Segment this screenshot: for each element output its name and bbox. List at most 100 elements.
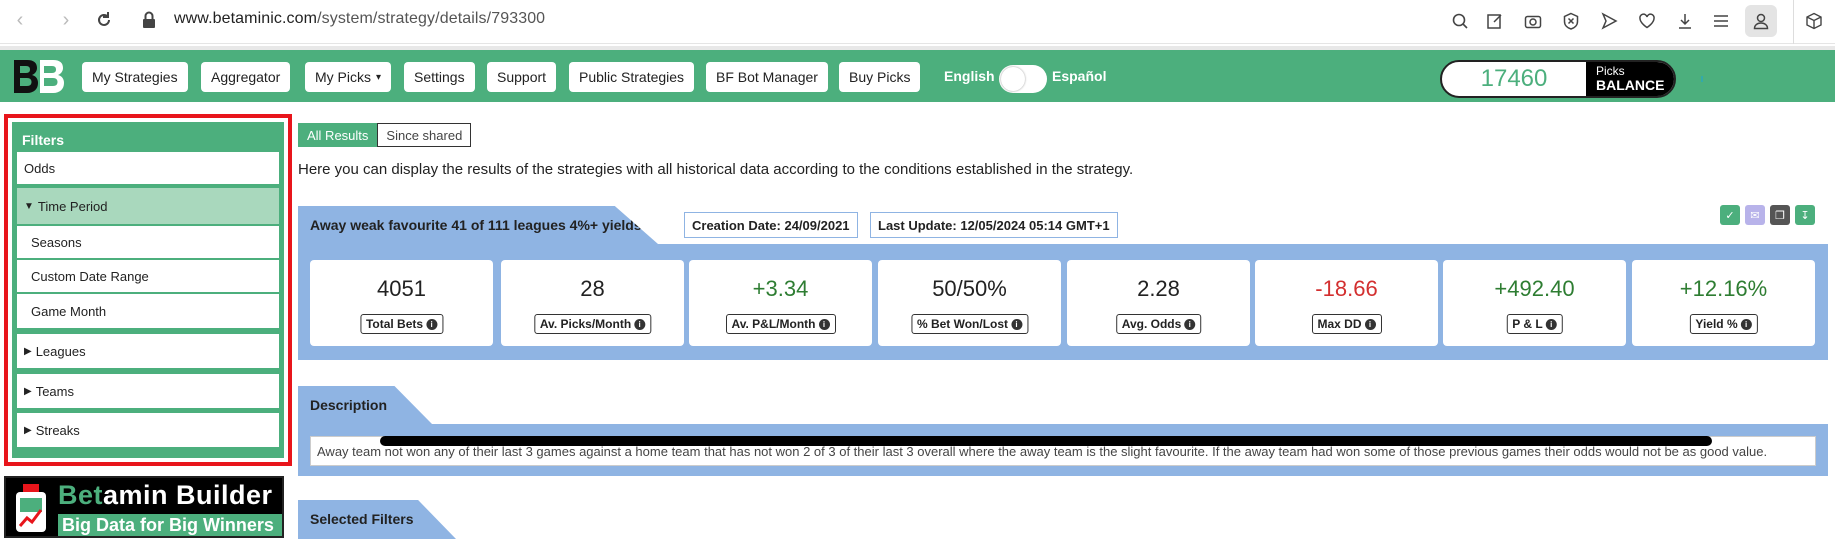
lock-icon[interactable] (142, 11, 156, 29)
balance-value: 17460 (1480, 65, 1548, 92)
tab-all-results[interactable]: All Results (298, 123, 378, 147)
filter-time-period-label: Time Period (37, 198, 108, 214)
stat-value: 28 (580, 276, 605, 301)
stat-label[interactable]: % Bet Won/Lost i (910, 314, 1029, 334)
filter-teams-label: Teams (35, 383, 74, 399)
stat-label-text: Yield % (1695, 317, 1738, 331)
info-icon[interactable]: i (1011, 319, 1023, 331)
betamin-builder-banner[interactable]: Betamin Builder Big Data for Big Winners (4, 476, 284, 538)
nav-settings[interactable]: Settings (404, 62, 475, 92)
forward-icon[interactable]: › (54, 8, 78, 32)
stat-value: -18.66 (1315, 276, 1378, 301)
bottle-chart-icon (12, 482, 50, 534)
browser-toolbar: ‹ › www.betaminic.com/system/strategy/de… (0, 0, 1835, 44)
filter-custom-date-range-label: Custom Date Range (31, 268, 149, 284)
copy-icon[interactable]: ❐ (1770, 205, 1790, 225)
triangle-right-icon: ▶ (24, 385, 32, 397)
filter-seasons[interactable]: Seasons (17, 226, 279, 258)
chevron-down-icon: ▾ (376, 71, 382, 83)
stat-total-bets: 4051 Total Bets i (310, 260, 493, 346)
nav-my-picks[interactable]: My Picks ▾ (305, 62, 392, 92)
toggle-knob (1001, 67, 1025, 91)
last-update: Last Update: 12/05/2024 05:14 GMT+1 (870, 212, 1118, 238)
search-icon[interactable] (1448, 9, 1472, 33)
send-icon[interactable] (1597, 9, 1621, 33)
stat-yield: +12.16% Yield % i (1632, 260, 1815, 346)
results-intro-text: Here you can display the results of the … (298, 161, 1134, 178)
filter-game-month[interactable]: Game Month (17, 294, 279, 328)
info-icon[interactable]: i (426, 319, 438, 331)
stat-label-text: Total Bets (365, 317, 424, 331)
picks-balance[interactable]: 17460 Picks BALANCE (1440, 60, 1676, 98)
reload-icon[interactable] (92, 8, 116, 32)
edit-icon[interactable] (1483, 9, 1507, 33)
nav-bf-bot-manager[interactable]: BF Bot Manager (706, 62, 828, 92)
filters-panel: Filters Odds ▼ Time Period Seasons Custom… (12, 122, 284, 458)
stat-label-text: Av. P&L/Month (731, 317, 816, 331)
info-icon[interactable]: i (1364, 319, 1376, 331)
bb-logo-icon[interactable] (10, 56, 68, 98)
triangle-down-icon: ▼ (24, 200, 34, 212)
stat-label-text: % Bet Won/Lost (916, 317, 1009, 331)
info-icon[interactable]: i (1740, 319, 1752, 331)
download-icon[interactable]: ↧ (1795, 205, 1815, 225)
stat-value: +3.34 (752, 276, 809, 301)
stat-value: +12.16% (1679, 276, 1768, 301)
selected-filters-header: Selected Filters (298, 500, 456, 539)
stat-label-text: P & L (1512, 317, 1543, 331)
stat-label[interactable]: P & Li (1506, 314, 1563, 334)
stat-label-text: Av. Picks/Month (539, 317, 632, 331)
profile-icon[interactable] (1745, 5, 1777, 37)
tab-since-shared[interactable]: Since shared (377, 123, 472, 147)
info-icon[interactable]: i (1184, 319, 1196, 331)
filter-streaks-label: Streaks (35, 422, 80, 438)
info-icon[interactable]: i (634, 319, 646, 331)
stat-label[interactable]: Av. Picks/Month i (533, 314, 652, 334)
nav-support[interactable]: Support (487, 62, 557, 92)
info-icon[interactable]: i (818, 319, 830, 331)
stat-label[interactable]: Total Bets i (359, 314, 444, 334)
lang-espanol[interactable]: Español (1052, 68, 1106, 84)
filter-teams[interactable]: ▶ Teams (17, 374, 279, 408)
balance-label: Picks BALANCE (1586, 62, 1674, 96)
filter-custom-date-range[interactable]: Custom Date Range (17, 260, 279, 292)
filter-leagues[interactable]: ▶ Leagues (17, 334, 279, 368)
address-bar[interactable]: www.betaminic.com/system/strategy/detail… (174, 10, 545, 28)
nav-public-strategies[interactable]: Public Strategies (569, 62, 695, 92)
info-icon[interactable]: i (1545, 319, 1557, 331)
nav-my-picks-label: My Picks (315, 69, 371, 85)
filter-game-month-label: Game Month (31, 303, 107, 319)
menu-lines-icon[interactable] (1709, 9, 1733, 33)
filter-time-period[interactable]: ▼ Time Period (17, 188, 279, 224)
filter-odds[interactable]: Odds (17, 152, 279, 184)
stat-av-pl-month: +3.34 Av. P&L/Month i (689, 260, 872, 346)
banner-title-white: amin Builder (103, 480, 273, 510)
stat-label[interactable]: Max DD i (1311, 314, 1382, 334)
nav-my-strategies[interactable]: My Strategies (82, 62, 188, 92)
filters-header: Filters (22, 132, 65, 148)
filter-seasons-label: Seasons (31, 234, 82, 250)
balance-label-balance: BALANCE (1596, 77, 1665, 93)
strategy-header-row: Away weak favourite 41 of 111 leagues 4%… (298, 206, 1828, 244)
language-toggle[interactable] (999, 65, 1047, 93)
nav-aggregator[interactable]: Aggregator (201, 62, 291, 92)
nav-buy-picks[interactable]: Buy Picks (839, 62, 921, 92)
download-icon[interactable] (1673, 9, 1697, 33)
description-panel: Away team not won any of their last 3 ga… (298, 424, 1828, 476)
shield-icon[interactable] (1559, 9, 1583, 33)
lang-english[interactable]: English (944, 68, 995, 84)
stat-bet-won-lost: 50/50% % Bet Won/Lost i (878, 260, 1061, 346)
heart-icon[interactable] (1635, 9, 1659, 33)
stat-label[interactable]: Avg. Odds i (1115, 314, 1202, 334)
mail-icon[interactable]: ✉ (1745, 205, 1765, 225)
stat-label[interactable]: Yield % i (1689, 314, 1758, 334)
stat-label[interactable]: Av. P&L/Month i (725, 314, 836, 334)
nav-marker (1701, 76, 1703, 82)
stat-value: +492.40 (1494, 276, 1575, 301)
filter-streaks[interactable]: ▶ Streaks (17, 413, 279, 447)
extension-box-icon[interactable] (1802, 9, 1826, 33)
back-icon[interactable]: ‹ (8, 8, 32, 32)
stat-avg-odds: 2.28 Avg. Odds i (1067, 260, 1250, 346)
check-icon[interactable]: ✓ (1720, 205, 1740, 225)
camera-icon[interactable] (1521, 9, 1545, 33)
